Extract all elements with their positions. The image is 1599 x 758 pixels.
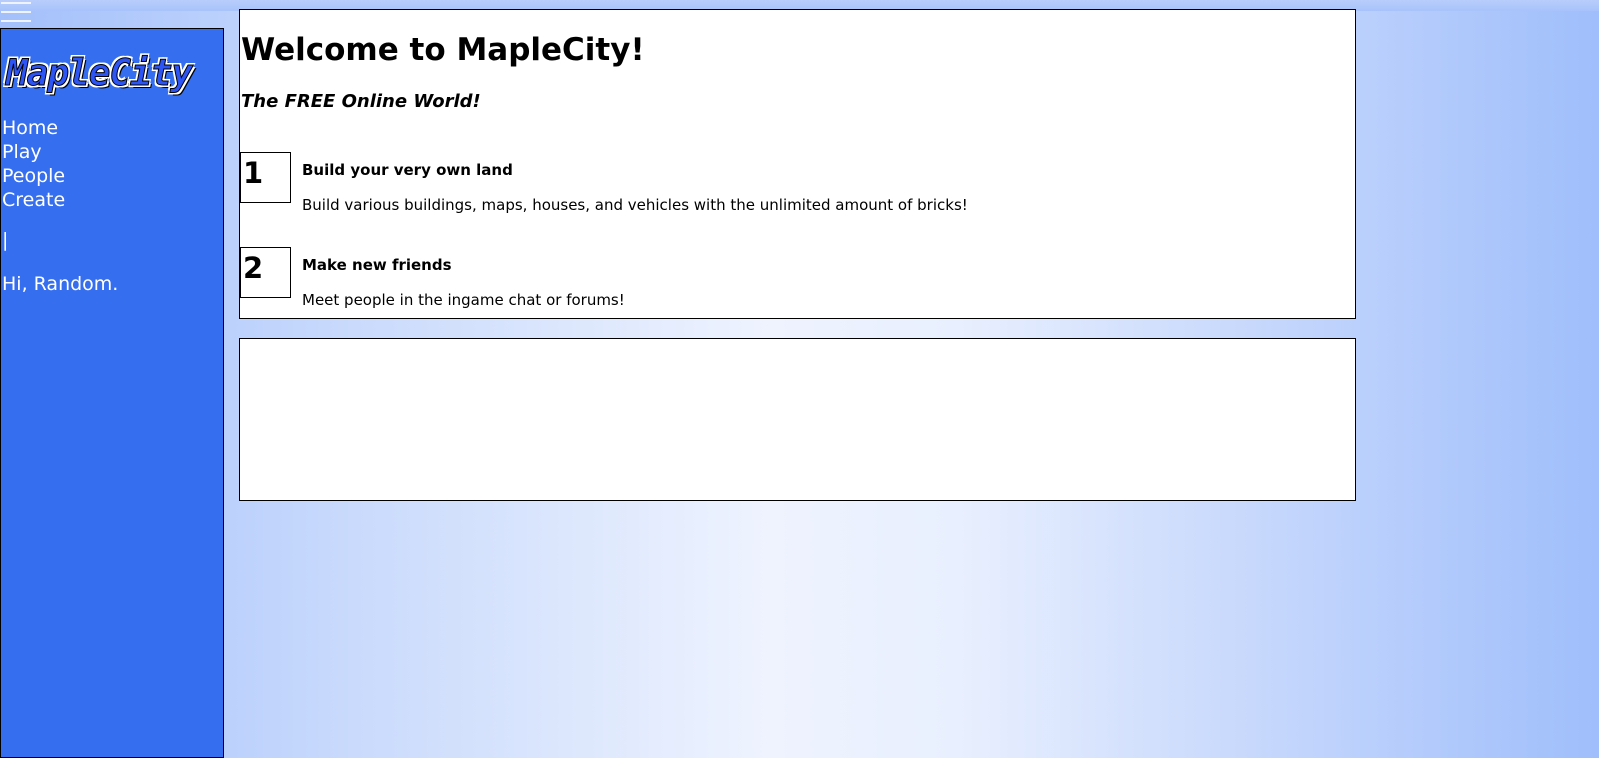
nav-link-play[interactable]: Play: [2, 140, 65, 164]
step-title: Make new friends: [302, 256, 452, 274]
sidebar-nav: Home Play People Create: [2, 116, 65, 212]
hamburger-line: [1, 11, 31, 13]
welcome-panel: Welcome to MapleCity! The FREE Online Wo…: [239, 9, 1356, 319]
nav-separator: |: [2, 229, 9, 251]
content-panel: [239, 338, 1356, 501]
nav-link-home[interactable]: Home: [2, 116, 65, 140]
maplecity-logo[interactable]: MapleCity: [6, 49, 201, 99]
nav-link-people[interactable]: People: [2, 164, 65, 188]
step-description: Meet people in the ingame chat or forums…: [302, 291, 625, 309]
sidebar: MapleCity Home Play People Create | Hi, …: [0, 28, 224, 758]
step-description: Build various buildings, maps, houses, a…: [302, 196, 968, 214]
step-number-box: 2: [240, 247, 291, 298]
nav-link-create[interactable]: Create: [2, 188, 65, 212]
step-title: Build your very own land: [302, 161, 513, 179]
hamburger-line: [1, 2, 31, 4]
user-greeting: Hi, Random.: [2, 273, 119, 295]
tagline: The FREE Online World!: [241, 91, 481, 112]
hamburger-line: [1, 20, 31, 22]
hamburger-icon[interactable]: [1, 1, 32, 23]
step-number-box: 1: [240, 152, 291, 203]
page-title: Welcome to MapleCity!: [241, 32, 645, 68]
